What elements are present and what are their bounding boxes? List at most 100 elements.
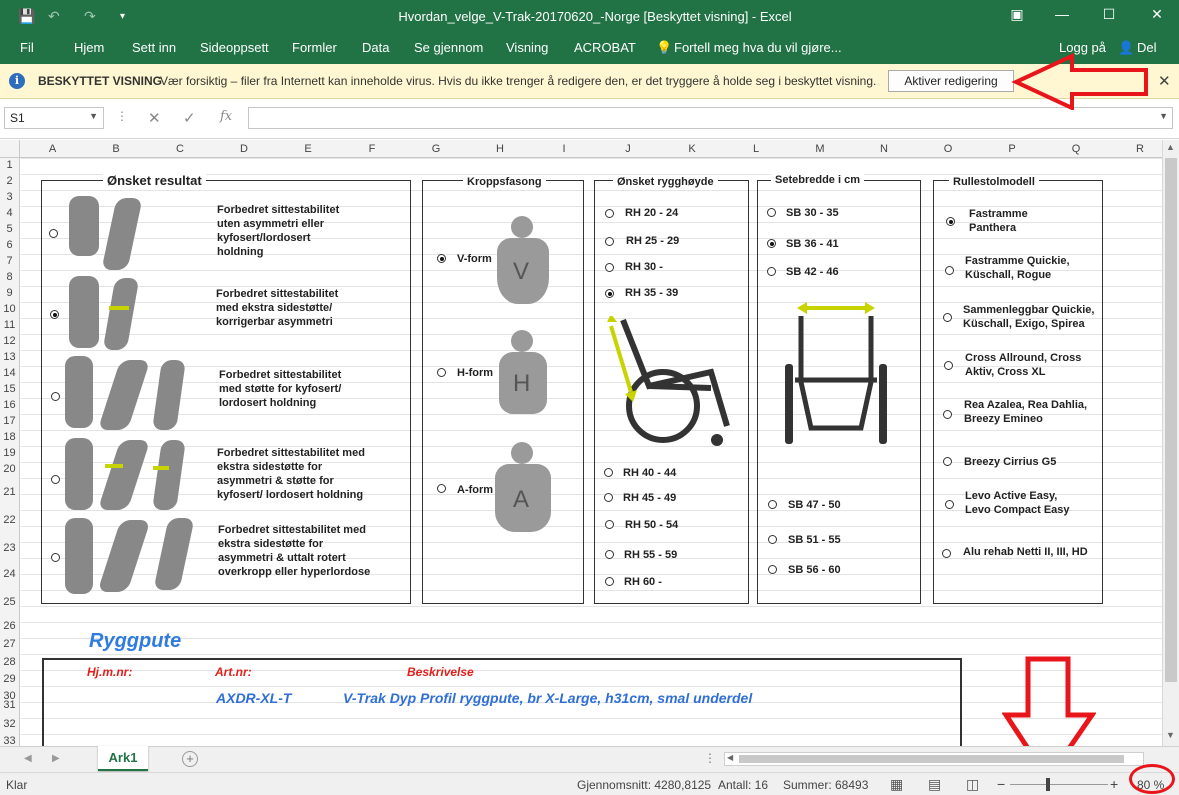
ribbon-display-icon[interactable]: ▣: [1005, 6, 1029, 23]
add-sheet-icon[interactable]: +: [182, 751, 198, 767]
worksheet-grid[interactable]: Ønsket resultat Forbedret sittestabilite…: [21, 158, 1162, 746]
result-radio-2[interactable]: [50, 310, 59, 319]
row-header[interactable]: 8: [0, 271, 19, 283]
name-box[interactable]: S1 ▼: [4, 107, 104, 129]
row-header[interactable]: 6: [0, 239, 19, 251]
save-icon[interactable]: 💾: [18, 8, 35, 25]
chevron-down-icon[interactable]: ▼: [89, 111, 98, 121]
formula-input[interactable]: ▼: [248, 107, 1173, 129]
body-radio-a[interactable]: [437, 484, 446, 493]
column-header[interactable]: L: [724, 143, 788, 155]
row-header[interactable]: 11: [0, 319, 19, 331]
scroll-down-icon[interactable]: ▼: [1166, 730, 1175, 740]
redo-icon[interactable]: ↷: [84, 8, 96, 25]
chair-radio[interactable]: [944, 361, 953, 370]
page-break-view-icon[interactable]: ◫: [966, 776, 979, 793]
zoom-out-icon[interactable]: −: [997, 776, 1005, 792]
row-header[interactable]: 5: [0, 223, 19, 235]
width-radio[interactable]: [767, 267, 776, 276]
tab-page-layout[interactable]: Sideoppsett: [200, 40, 269, 55]
row-header[interactable]: 2: [0, 175, 19, 187]
height-radio[interactable]: [605, 209, 614, 218]
cancel-icon[interactable]: ✕: [148, 109, 161, 127]
row-header[interactable]: 22: [0, 514, 19, 526]
tab-insert[interactable]: Sett inn: [132, 40, 176, 55]
undo-icon[interactable]: ↶: [48, 8, 60, 25]
column-header[interactable]: D: [212, 143, 276, 155]
width-radio[interactable]: [768, 500, 777, 509]
insert-function-icon[interactable]: fx: [220, 109, 232, 124]
row-header[interactable]: 12: [0, 335, 19, 347]
column-header[interactable]: O: [916, 143, 980, 155]
close-bar-icon[interactable]: ✕: [1158, 72, 1171, 90]
zoom-in-icon[interactable]: +: [1110, 776, 1118, 792]
row-header[interactable]: 20: [0, 463, 19, 475]
sheet-tab-ark1[interactable]: Ark1: [98, 746, 148, 771]
chair-radio[interactable]: [943, 410, 952, 419]
chair-radio[interactable]: [945, 266, 954, 275]
expand-formula-icon[interactable]: ▼: [1159, 111, 1168, 121]
width-radio[interactable]: [767, 208, 776, 217]
row-header[interactable]: 1: [0, 159, 19, 171]
width-radio[interactable]: [767, 239, 776, 248]
row-header[interactable]: 23: [0, 542, 19, 554]
column-header[interactable]: H: [468, 143, 532, 155]
row-header[interactable]: 18: [0, 431, 19, 443]
row-header[interactable]: 13: [0, 351, 19, 363]
zoom-slider-thumb[interactable]: [1046, 778, 1050, 791]
height-radio[interactable]: [605, 263, 614, 272]
height-radio[interactable]: [605, 550, 614, 559]
column-header[interactable]: G: [404, 143, 468, 155]
row-header[interactable]: 26: [0, 620, 19, 632]
height-radio[interactable]: [605, 289, 614, 298]
tell-me-search[interactable]: Fortell meg hva du vil gjøre...: [674, 40, 842, 55]
body-radio-h[interactable]: [437, 368, 446, 377]
width-radio[interactable]: [768, 535, 777, 544]
height-radio[interactable]: [604, 493, 613, 502]
tab-view[interactable]: Visning: [506, 40, 548, 55]
body-radio-v[interactable]: [437, 254, 446, 263]
result-radio-5[interactable]: [51, 553, 60, 562]
column-header[interactable]: F: [340, 143, 404, 155]
prev-sheet-icon[interactable]: ◀: [24, 753, 32, 764]
average-status[interactable]: Gjennomsnitt: 4280,8125: [577, 778, 711, 792]
customize-qat-icon[interactable]: ▾: [120, 11, 125, 22]
horizontal-scrollbar[interactable]: ◀: [724, 752, 1144, 766]
row-header[interactable]: 32: [0, 718, 19, 730]
height-radio[interactable]: [605, 577, 614, 586]
row-header[interactable]: 29: [0, 673, 19, 685]
select-all-corner[interactable]: [0, 140, 20, 158]
row-header[interactable]: 9: [0, 287, 19, 299]
row-header[interactable]: 7: [0, 255, 19, 267]
result-radio-4[interactable]: [51, 475, 60, 484]
enable-editing-button[interactable]: Aktiver redigering: [888, 70, 1014, 92]
scroll-up-icon[interactable]: ▲: [1166, 142, 1175, 152]
row-header[interactable]: 14: [0, 367, 19, 379]
column-header[interactable]: B: [84, 143, 148, 155]
tab-home[interactable]: Hjem: [74, 40, 104, 55]
row-header[interactable]: 21: [0, 486, 19, 498]
row-header[interactable]: 17: [0, 415, 19, 427]
column-header[interactable]: P: [980, 143, 1044, 155]
chair-radio[interactable]: [943, 313, 952, 322]
minimize-button[interactable]: —: [1050, 6, 1074, 22]
chair-radio[interactable]: [943, 457, 952, 466]
row-header[interactable]: 3: [0, 191, 19, 203]
chair-radio[interactable]: [942, 549, 951, 558]
height-radio[interactable]: [604, 468, 613, 477]
page-layout-view-icon[interactable]: ▤: [928, 776, 941, 793]
column-header[interactable]: A: [21, 143, 84, 155]
row-header[interactable]: 24: [0, 568, 19, 580]
hscroll-thumb[interactable]: [739, 755, 1124, 763]
row-header[interactable]: 4: [0, 207, 19, 219]
zoom-slider[interactable]: [1010, 784, 1108, 785]
row-header[interactable]: 27: [0, 638, 19, 650]
row-header[interactable]: 33: [0, 735, 19, 746]
height-radio[interactable]: [605, 237, 614, 246]
result-radio-1[interactable]: [49, 229, 58, 238]
height-radio[interactable]: [605, 520, 614, 529]
row-header[interactable]: 28: [0, 656, 19, 668]
tab-formulas[interactable]: Formler: [292, 40, 337, 55]
column-header[interactable]: C: [148, 143, 212, 155]
scroll-left-icon[interactable]: ◀: [727, 753, 733, 762]
